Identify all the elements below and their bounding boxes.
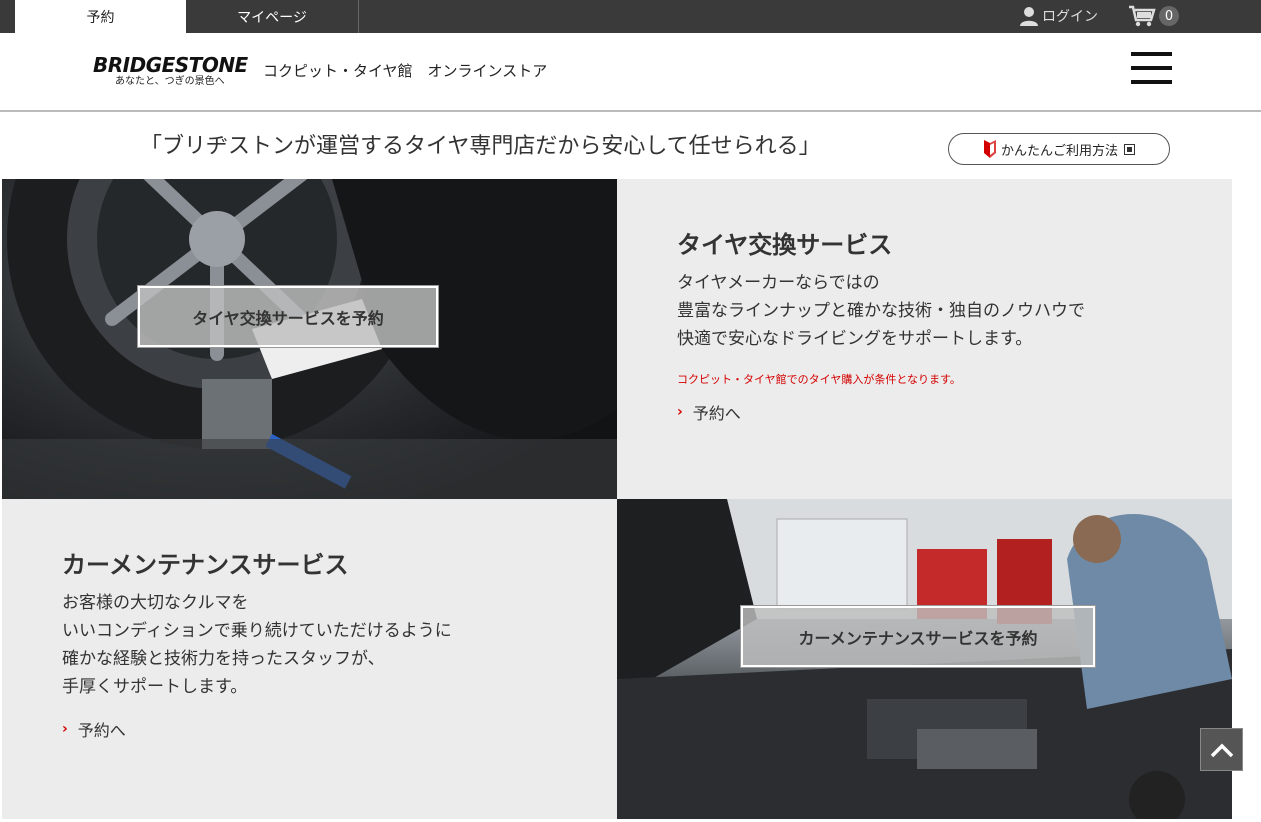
tire-service-image: タイヤ交換サービスを予約 — [2, 179, 617, 499]
maintenance-desc-line: 手厚くサポートします。 — [62, 677, 248, 697]
logo-tagline: あなたと、つぎの景色へ — [115, 76, 225, 87]
beginner-mark-icon — [983, 140, 996, 158]
tab-mypage[interactable]: マイページ — [186, 0, 359, 33]
site-header: BRIDGESTONE あなたと、つぎの景色へ コクピット・タイヤ館 オンライン… — [0, 33, 1261, 112]
maintenance-reserve-link[interactable]: › 予約へ — [62, 717, 126, 741]
tire-service-info: タイヤ交換サービス タイヤメーカーならではの 豊富なラインナップと確かな技術・独… — [617, 179, 1232, 499]
hamburger-icon-bar — [1131, 80, 1172, 84]
howto-button[interactable]: かんたんご利用方法 — [948, 133, 1170, 165]
maintenance-service-image: カーメンテナンスサービスを予約 — [617, 499, 1232, 819]
chevron-right-icon: › — [677, 404, 683, 420]
maintenance-service-description: お客様の大切なクルマを いいコンディションで乗り続けていただけるように 確かな経… — [62, 589, 452, 701]
hamburger-icon — [1131, 52, 1172, 56]
back-to-top-button[interactable] — [1200, 728, 1243, 771]
site-title[interactable]: コクピット・タイヤ館 オンラインストア — [263, 60, 547, 81]
cart-button[interactable]: 0 — [1128, 4, 1179, 28]
tab-reserve[interactable]: 予約 — [15, 0, 186, 33]
tire-desc-line: 豊富なラインナップと確かな技術・独自のノウハウで — [677, 301, 1085, 321]
chevron-right-icon: › — [62, 721, 68, 737]
maintenance-service-info: カーメンテナンスサービス お客様の大切なクルマを いいコンディションで乗り続けて… — [2, 499, 617, 819]
tire-service-description: タイヤメーカーならではの 豊富なラインナップと確かな技術・独自のノウハウで 快適… — [677, 269, 1085, 353]
tire-desc-line: 快適で安心なドライビングをサポートします。 — [677, 329, 1033, 349]
cart-count-badge: 0 — [1159, 6, 1179, 26]
tire-reserve-link-label: 予約へ — [692, 404, 741, 423]
user-icon — [1020, 7, 1038, 26]
login-label: ログイン — [1042, 9, 1098, 25]
tire-reserve-link[interactable]: › 予約へ — [677, 400, 741, 424]
tire-service-note: コクピット・タイヤ館でのタイヤ購入が条件となります。 — [677, 373, 961, 386]
tire-desc-line: タイヤメーカーならではの — [677, 273, 880, 293]
bridgestone-logo[interactable]: BRIDGESTONE あなたと、つぎの景色へ — [93, 54, 255, 88]
maintenance-desc-line: お客様の大切なクルマを — [62, 593, 249, 613]
page-tagline: 「ブリヂストンが運営するタイヤ専門店だから安心して任せられる」 — [140, 134, 821, 159]
chevron-up-icon — [1210, 743, 1233, 757]
login-link[interactable]: ログイン — [1018, 4, 1098, 28]
logo-wordmark: BRIDGESTONE — [93, 53, 248, 77]
tire-service-title: タイヤ交換サービス — [677, 231, 893, 259]
external-window-icon — [1124, 143, 1135, 155]
reserve-tire-service-button[interactable]: タイヤ交換サービスを予約 — [137, 285, 439, 348]
hamburger-menu-button[interactable] — [1131, 52, 1173, 86]
maintenance-service-title: カーメンテナンスサービス — [62, 551, 349, 579]
howto-label: かんたんご利用方法 — [1000, 143, 1118, 159]
maintenance-desc-line: いいコンディションで乗り続けていただけるように — [62, 621, 452, 641]
top-bar: 予約 マイページ ログイン 0 — [0, 0, 1261, 33]
maintenance-reserve-link-label: 予約へ — [77, 721, 126, 740]
maintenance-desc-line: 確かな経験と技術力を持ったスタッフが、 — [62, 649, 385, 669]
cart-icon — [1129, 5, 1156, 27]
reserve-maintenance-service-button[interactable]: カーメンテナンスサービスを予約 — [740, 605, 1096, 668]
hamburger-icon-bar — [1131, 66, 1172, 70]
